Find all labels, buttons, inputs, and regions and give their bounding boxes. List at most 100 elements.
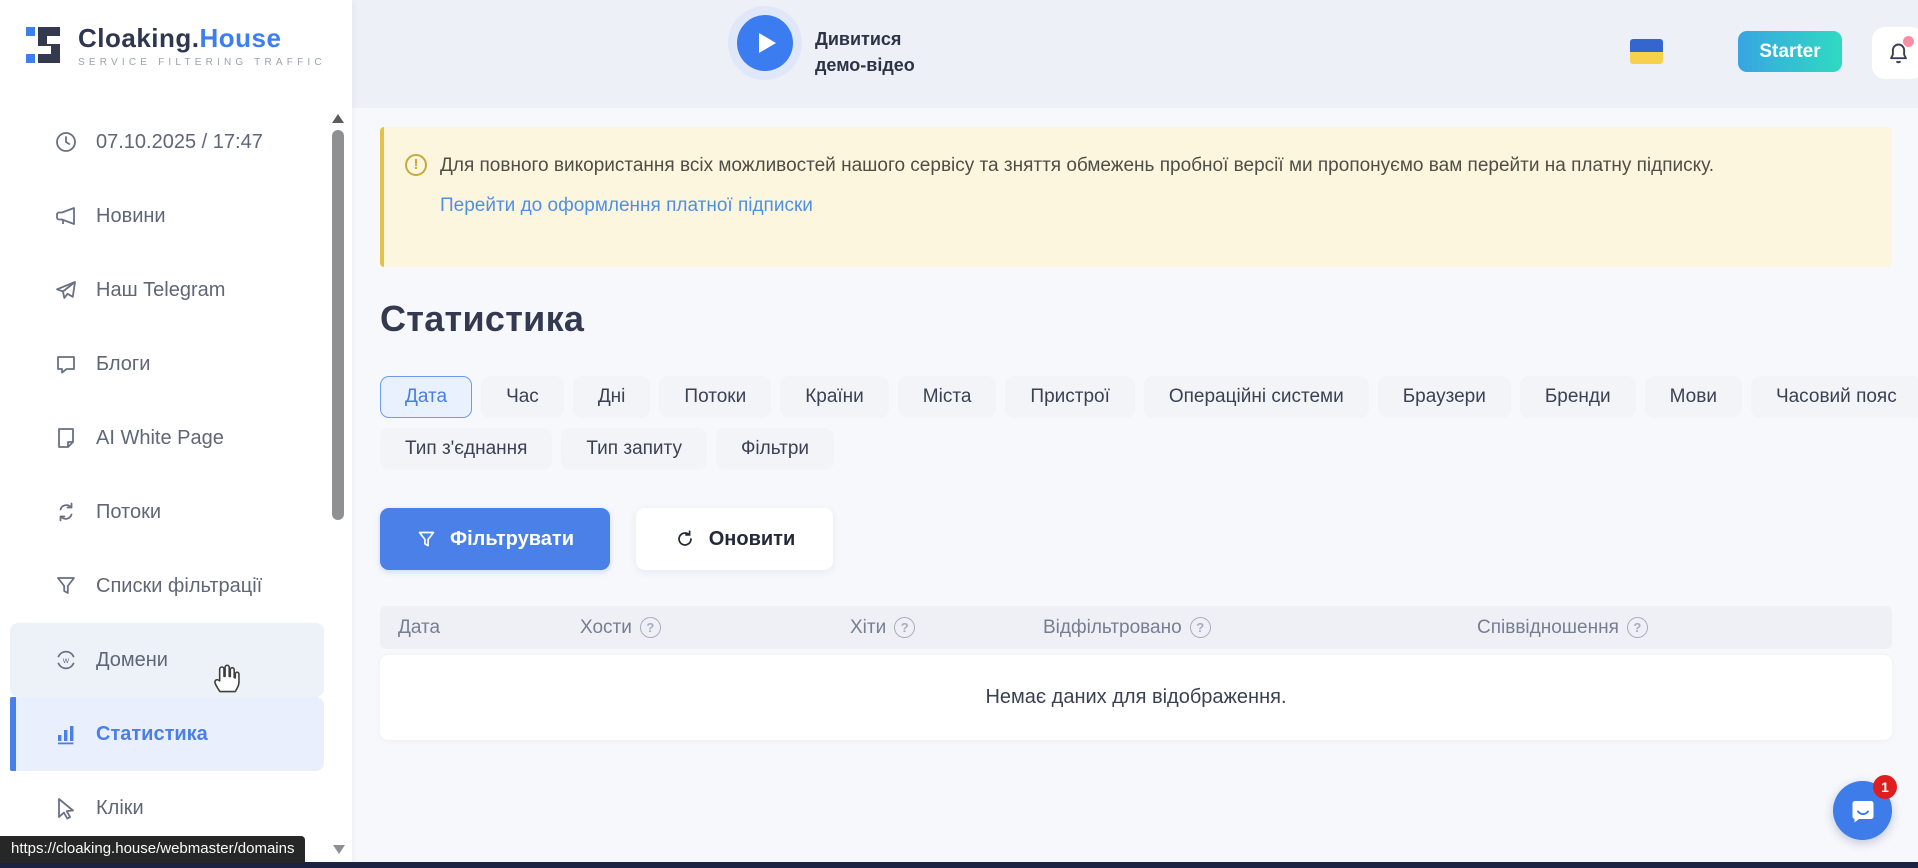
sidebar-item-label: Кліки — [96, 797, 144, 820]
filter-tab-streams[interactable]: Потоки — [659, 376, 771, 418]
sidebar-item-label: Наш Telegram — [96, 279, 225, 302]
scrollbar-thumb[interactable] — [332, 130, 344, 520]
statistics-filter-tabs: Дата Час Дні Потоки Країни Міста Пристро… — [380, 376, 1892, 480]
sidebar-item-filter-lists[interactable]: Списки фільтрації — [10, 549, 324, 623]
scroll-up-arrow[interactable] — [332, 114, 344, 123]
filter-tab-timezone[interactable]: Часовий пояс — [1751, 376, 1918, 418]
refresh-button[interactable]: Оновити — [636, 508, 833, 570]
funnel-icon — [416, 529, 437, 550]
sidebar-item-ai-white-page[interactable]: AI White Page — [10, 401, 324, 475]
chat-smile-icon — [1847, 795, 1879, 827]
flag-yellow-stripe — [1630, 52, 1663, 65]
sidebar-item-label: 07.10.2025 / 17:47 — [96, 131, 263, 154]
column-header-ratio: Співвідношення ? — [1477, 606, 1648, 649]
help-icon[interactable]: ? — [1190, 617, 1211, 638]
brand-name-primary: Cloaking. — [78, 23, 200, 53]
column-header-hosts: Хости ? — [580, 606, 661, 649]
filter-tab-countries[interactable]: Країни — [780, 376, 889, 418]
page-icon — [54, 426, 78, 450]
filter-tab-browsers[interactable]: Браузери — [1378, 376, 1511, 418]
filter-tab-cities[interactable]: Міста — [898, 376, 997, 418]
play-icon — [759, 33, 776, 53]
sidebar-item-blogs[interactable]: Блоги — [10, 327, 324, 401]
filter-tab-days[interactable]: Дні — [573, 376, 651, 418]
demo-video-play-button[interactable] — [737, 15, 793, 71]
column-header-date: Дата — [398, 606, 440, 649]
sidebar-item-label: Статистика — [96, 723, 208, 746]
refresh-button-label: Оновити — [709, 528, 796, 551]
sidebar-item-label: Новини — [96, 205, 166, 228]
filter-tab-request-type[interactable]: Тип запиту — [561, 428, 707, 470]
brand-logo[interactable]: Cloaking.House SERVICE FILTERING TRAFFIC — [24, 22, 326, 68]
filter-button-label: Фільтрувати — [450, 528, 574, 551]
column-header-hits: Хіти ? — [850, 606, 915, 649]
sidebar-item-news[interactable]: Новини — [10, 179, 324, 253]
webmaster-globe-icon: w — [54, 648, 78, 672]
chat-unread-badge: 1 — [1873, 775, 1897, 799]
main-content: ! Для повного використання всіх можливос… — [352, 108, 1918, 868]
sidebar-item-label: AI White Page — [96, 427, 224, 450]
sidebar-item-label: Списки фільтрації — [96, 575, 262, 598]
sidebar-item-label: Домени — [96, 649, 168, 672]
bar-chart-icon — [54, 722, 78, 746]
warning-icon: ! — [405, 154, 427, 176]
telegram-icon — [54, 278, 78, 302]
clock-icon — [54, 130, 78, 154]
demo-video-line1: Дивитися — [815, 26, 915, 52]
flag-blue-stripe — [1630, 39, 1663, 52]
sidebar-item-domains[interactable]: w Домени — [10, 623, 324, 697]
sync-arrows-icon — [54, 500, 78, 524]
megaphone-icon — [54, 204, 78, 228]
filter-tab-brands[interactable]: Бренди — [1520, 376, 1636, 418]
banner-message: Для повного використання всіх можливосте… — [440, 153, 1860, 179]
sidebar-item-clicks[interactable]: Кліки — [10, 771, 324, 845]
sidebar-item-label: Блоги — [96, 353, 150, 376]
language-flag-ukraine[interactable] — [1630, 39, 1663, 64]
filter-tab-devices[interactable]: Пристрої — [1005, 376, 1134, 418]
top-header: Дивитися демо-відео Starter naata*******… — [352, 0, 1918, 108]
brand-tagline: SERVICE FILTERING TRAFFIC — [78, 57, 326, 68]
page-title: Статистика — [380, 298, 584, 340]
filter-tab-time[interactable]: Час — [481, 376, 564, 418]
upgrade-subscription-link[interactable]: Перейти до оформлення платної підписки — [440, 195, 813, 217]
sidebar-item-datetime: 07.10.2025 / 17:47 — [10, 105, 324, 179]
help-icon[interactable]: ? — [894, 617, 915, 638]
statistics-table-header: Дата Хости ? Хіти ? Відфільтровано ? Спі… — [380, 606, 1892, 649]
column-label: Хіти — [850, 617, 886, 639]
filter-tab-date[interactable]: Дата — [380, 376, 472, 418]
trial-warning-banner: ! Для повного використання всіх можливос… — [380, 127, 1892, 267]
svg-text:w: w — [62, 655, 70, 665]
demo-video-line2: демо-відео — [815, 52, 915, 78]
sidebar-scrollbar[interactable] — [330, 112, 346, 860]
sidebar-item-streams[interactable]: Потоки — [10, 475, 324, 549]
column-header-filtered: Відфільтровано ? — [1043, 606, 1211, 649]
actions-row: Фільтрувати Оновити — [380, 508, 833, 570]
sidebar-menu: 07.10.2025 / 17:47 Новини Наш Telegram Б… — [0, 105, 352, 845]
help-icon[interactable]: ? — [640, 617, 661, 638]
filter-tabs-row-2: Тип з'єднання Тип запиту Фільтри — [380, 428, 1892, 470]
filter-button[interactable]: Фільтрувати — [380, 508, 610, 570]
sidebar-item-statistics[interactable]: Статистика — [10, 697, 324, 771]
column-label: Співвідношення — [1477, 617, 1619, 639]
column-label: Дата — [398, 617, 440, 639]
demo-video-label[interactable]: Дивитися демо-відео — [815, 26, 915, 78]
help-icon[interactable]: ? — [1627, 617, 1648, 638]
funnel-icon — [54, 574, 78, 598]
brand-logo-text: Cloaking.House SERVICE FILTERING TRAFFIC — [78, 23, 326, 68]
sidebar-item-label: Потоки — [96, 501, 161, 524]
plan-starter-button[interactable]: Starter — [1738, 31, 1842, 72]
table-empty-state: Немає даних для відображення. — [380, 655, 1892, 740]
notifications-button[interactable] — [1872, 27, 1918, 79]
refresh-icon — [674, 528, 696, 550]
sidebar-item-telegram[interactable]: Наш Telegram — [10, 253, 324, 327]
cloaking-house-logo-icon — [24, 22, 66, 68]
chat-bubble-icon — [54, 352, 78, 376]
column-label: Хости — [580, 617, 632, 639]
filter-tab-connection-type[interactable]: Тип з'єднання — [380, 428, 552, 470]
filter-tab-filters[interactable]: Фільтри — [716, 428, 834, 470]
filter-tabs-row-1: Дата Час Дні Потоки Країни Міста Пристро… — [380, 376, 1892, 418]
filter-tab-operating-systems[interactable]: Операційні системи — [1144, 376, 1369, 418]
scroll-down-arrow[interactable] — [333, 845, 345, 854]
chat-widget-button[interactable]: 1 — [1833, 781, 1892, 840]
filter-tab-languages[interactable]: Мови — [1645, 376, 1742, 418]
